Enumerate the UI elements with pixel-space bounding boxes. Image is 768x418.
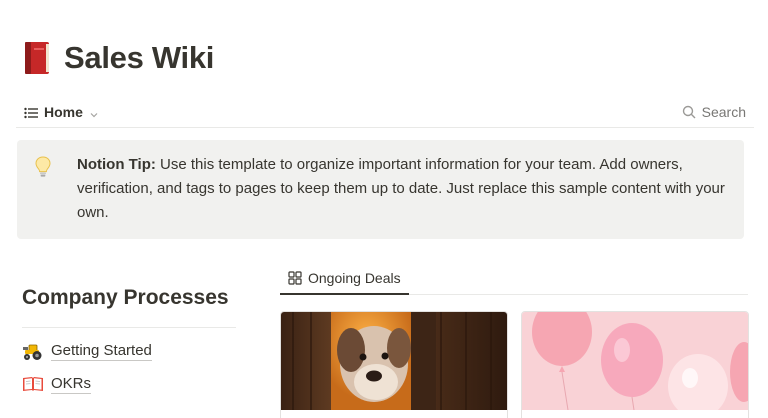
- page-link-label: Getting Started: [51, 342, 152, 361]
- tractor-icon: [22, 341, 44, 361]
- search-icon: [682, 105, 696, 118]
- section-heading: Company Processes: [22, 286, 229, 309]
- lightbulb-icon: [33, 153, 57, 239]
- page-header: Sales Wiki: [22, 40, 214, 76]
- database-view-bar: Home Search: [16, 96, 754, 128]
- ongoing-deals-gallery: Ongoing Deals: [280, 262, 749, 418]
- search-label: Search: [701, 103, 746, 120]
- view-name: Home: [44, 103, 83, 120]
- page-link-label: OKRs: [51, 375, 92, 394]
- notion-tip-callout: Notion Tip: Use this template to organiz…: [17, 140, 744, 239]
- page-link-okrs[interactable]: OKRs: [22, 370, 236, 398]
- callout-lead: Notion Tip:: [77, 156, 156, 173]
- tab-ongoing-deals[interactable]: Ongoing Deals: [280, 262, 409, 295]
- page-title[interactable]: Sales Wiki: [64, 40, 214, 76]
- pink-balloons: [522, 312, 748, 410]
- page-link-getting-started[interactable]: Getting Started: [22, 337, 236, 365]
- divider: [22, 327, 236, 328]
- puppy-photo: [281, 312, 507, 410]
- company-processes-section: Company Processes Getting Started OKRs: [22, 283, 236, 398]
- callout-text: Notion Tip: Use this template to organiz…: [77, 153, 728, 239]
- callout-body: Use this template to organize important …: [77, 156, 725, 221]
- tab-label: Ongoing Deals: [308, 269, 401, 286]
- gallery-card[interactable]: [521, 311, 749, 418]
- list-icon: [24, 106, 38, 118]
- view-switcher[interactable]: Home: [16, 104, 99, 120]
- gallery-card[interactable]: [280, 311, 508, 418]
- search-button[interactable]: Search: [682, 104, 754, 120]
- chevron-down-icon: [89, 107, 99, 117]
- gallery-grid-icon: [288, 270, 302, 285]
- view-tabs: Ongoing Deals: [280, 262, 748, 295]
- red-book-icon[interactable]: [22, 40, 52, 76]
- open-book-icon: [22, 374, 44, 394]
